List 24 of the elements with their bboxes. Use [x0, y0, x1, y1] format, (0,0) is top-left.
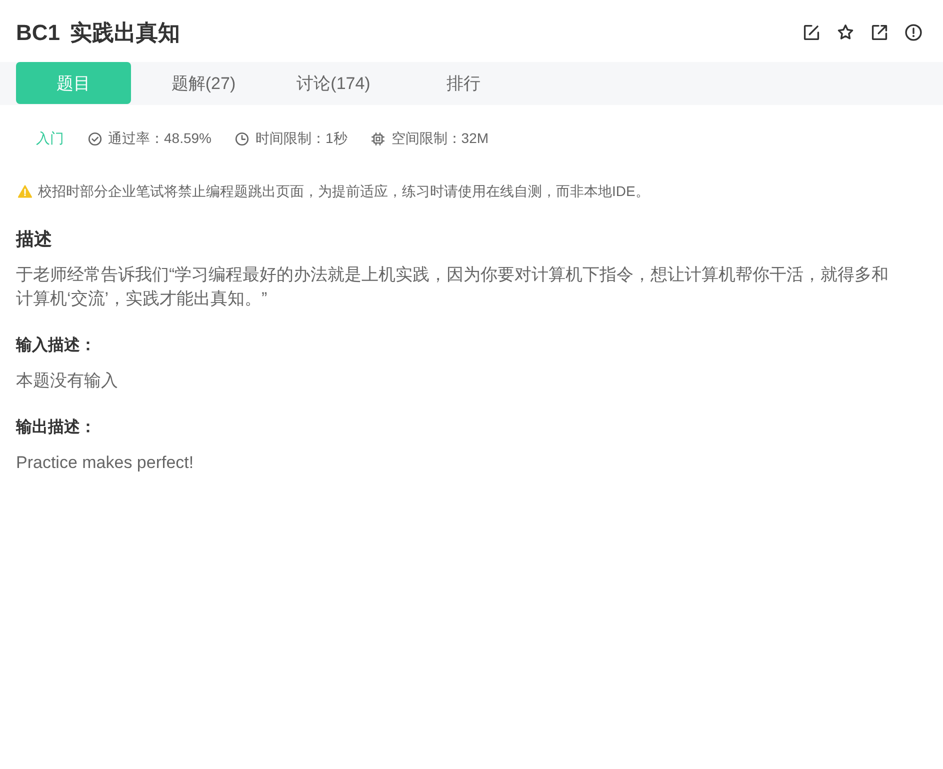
tab[interactable]: 题解(27) — [146, 62, 261, 104]
chip-icon — [371, 132, 386, 146]
section-text: Practice makes perfect! — [16, 452, 195, 474]
section-heading: 输出描述： — [16, 418, 97, 438]
section-heading: 输入描述： — [16, 335, 97, 356]
difficulty-label: 入门 — [36, 130, 64, 148]
pass-rate-text: 通过率：48.59% — [108, 130, 212, 148]
problem-title: 实践出真知 — [70, 20, 180, 46]
tab[interactable]: 排行 — [406, 62, 521, 104]
section-text: 于老师经常告诉我们“学习编程最好的办法就是上机实践，因为你要对计算机下指令，想让计算机帮你干活，就得多和计算机‘交流’，实践才能出真知。” — [16, 264, 890, 310]
clock-icon — [235, 132, 250, 146]
problem-code: BC1 — [16, 20, 60, 46]
edit-icon[interactable] — [803, 24, 820, 40]
time-limit-text: 时间限制：1秒 — [255, 130, 348, 148]
exclamation-circle-icon[interactable] — [905, 24, 922, 40]
memory-limit-text: 空间限制：32M — [391, 130, 489, 148]
external-link-icon[interactable] — [871, 24, 888, 40]
notice-text: 校招时部分企业笔试将禁止编程题跳出页面，为提前适应，练习时请使用在线自测，而非本地IDE。 — [38, 182, 650, 201]
star-icon[interactable] — [837, 24, 854, 40]
section-heading: 描述 — [16, 228, 53, 251]
tab[interactable]: 讨论(174) — [276, 62, 391, 104]
section-text: 本题没有输入 — [16, 370, 119, 392]
check-circle-icon — [88, 132, 102, 146]
warning-icon — [18, 184, 32, 198]
